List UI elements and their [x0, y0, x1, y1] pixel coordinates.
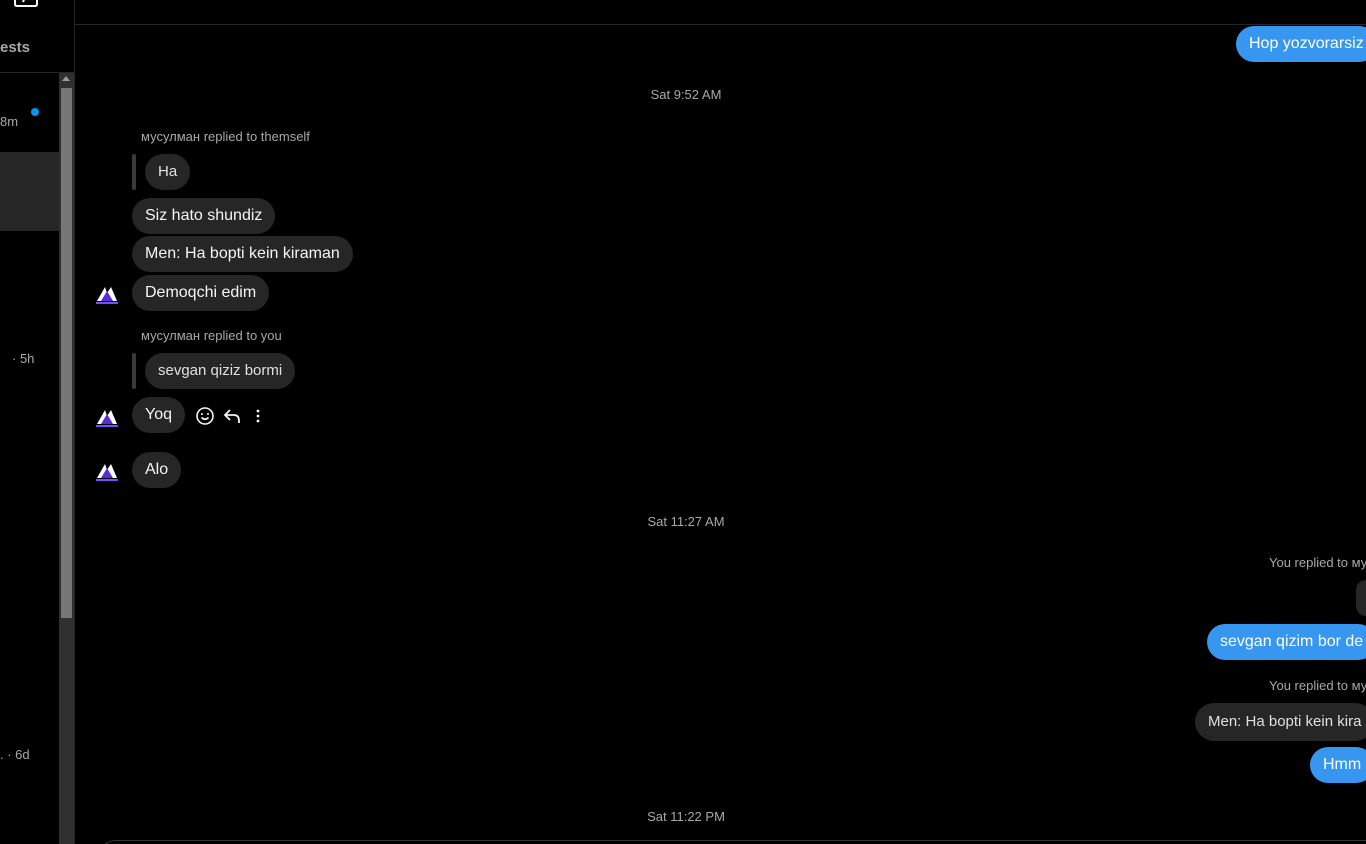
- inbox-sidebar: ests 8m · 5h . · 6d: [0, 0, 75, 844]
- quote-bar: [132, 154, 136, 190]
- react-icon[interactable]: [195, 406, 215, 426]
- header-divider: [75, 24, 1366, 25]
- quoted-message[interactable]: [1356, 580, 1366, 616]
- outgoing-message[interactable]: sevgan qizim bor de: [1207, 624, 1366, 660]
- reply-note: You replied to му: [1269, 678, 1366, 693]
- timestamp: Sat 9:52 AM: [650, 87, 722, 102]
- reply-icon[interactable]: [222, 406, 242, 426]
- incoming-message[interactable]: Demoqchi edim: [132, 275, 270, 311]
- conversation-panel: Hop yozvorarsiz Sat 9:52 AM мусулман rep…: [75, 0, 1366, 844]
- thread-item-active[interactable]: [0, 152, 59, 231]
- scroll-up-arrow-icon[interactable]: [62, 76, 70, 81]
- thread-item[interactable]: 8m: [0, 88, 59, 152]
- quoted-message[interactable]: Ha: [145, 154, 191, 190]
- scrollbar-thumb[interactable]: [61, 88, 72, 618]
- thread-item[interactable]: · 5h: [0, 320, 59, 396]
- timestamp: Sat 11:27 AM: [647, 514, 725, 529]
- outgoing-message[interactable]: Hop yozvorarsiz: [1236, 26, 1366, 62]
- thread-item[interactable]: . · 6d: [0, 716, 59, 792]
- quote-bar: [132, 353, 136, 389]
- avatar[interactable]: [93, 281, 121, 309]
- reply-note: You replied to му: [1269, 555, 1366, 570]
- timestamp: Sat 11:22 PM: [647, 809, 725, 824]
- reply-note: мусулман replied to themself: [141, 129, 310, 144]
- incoming-message[interactable]: Men: Ha bopti kein kiraman: [132, 236, 353, 272]
- quoted-message[interactable]: Men: Ha bopti kein kira: [1195, 703, 1366, 741]
- unread-dot: [31, 108, 39, 116]
- avatar[interactable]: [93, 458, 121, 486]
- avatar[interactable]: [93, 404, 121, 432]
- compose-icon[interactable]: [12, 0, 38, 10]
- message-input[interactable]: [100, 840, 1366, 844]
- thread-time: · 5h: [12, 351, 35, 366]
- thread-time: 8m: [0, 114, 19, 129]
- more-icon[interactable]: [248, 406, 268, 426]
- incoming-message[interactable]: Yoq: [132, 397, 185, 433]
- thread-time: . · 6d: [0, 747, 30, 762]
- incoming-message[interactable]: Siz hato shundiz: [132, 198, 276, 234]
- outgoing-message[interactable]: Hmm: [1310, 747, 1366, 783]
- requests-tab[interactable]: ests: [0, 39, 30, 56]
- incoming-message[interactable]: Alo: [132, 452, 182, 488]
- reply-note: мусулман replied to you: [141, 328, 282, 343]
- quoted-message[interactable]: sevgan qiziz bormi: [145, 353, 296, 389]
